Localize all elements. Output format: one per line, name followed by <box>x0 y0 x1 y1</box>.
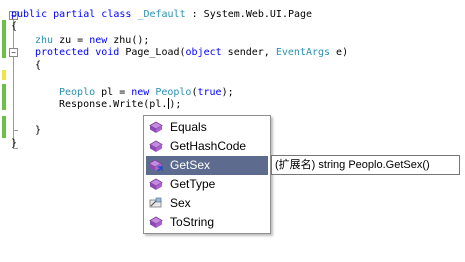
unsaved-change-marker <box>2 70 6 80</box>
code-line-2: { <box>11 21 18 32</box>
quick-info-tooltip: (扩展名) string Peoplo.GetSex() <box>271 155 460 175</box>
code-line-7: Response.Write(pl.); <box>59 98 182 110</box>
method-icon <box>149 178 163 190</box>
intellisense-item-gettype[interactable]: GetType <box>146 175 268 194</box>
saved-change-marker <box>2 116 6 138</box>
intellisense-item-gethashcode[interactable]: GetHashCode <box>146 137 268 156</box>
intellisense-item-tostring[interactable]: ToString <box>146 213 268 232</box>
outline-guide-end <box>13 130 18 131</box>
method-icon <box>149 121 163 133</box>
intellisense-list[interactable]: Equals GetHashCode GetSex GetType Sex To… <box>143 115 271 234</box>
intellisense-item-sex[interactable]: Sex <box>146 194 268 213</box>
code-line-9: } <box>11 138 18 149</box>
code-line-4: protected void Page_Load(object sender, … <box>35 47 349 58</box>
intellisense-item-equals[interactable]: Equals <box>146 118 268 137</box>
collapse-method-icon[interactable]: − <box>9 48 18 57</box>
intellisense-item-getsex[interactable]: GetSex <box>146 156 268 175</box>
code-line-5: { <box>35 60 42 71</box>
code-line-8: } <box>35 125 42 136</box>
property-icon <box>149 197 162 208</box>
extension-method-icon <box>149 159 163 172</box>
method-icon <box>149 216 163 228</box>
saved-change-marker <box>2 20 6 58</box>
change-margin <box>0 0 7 262</box>
method-icon <box>149 140 163 152</box>
saved-change-marker <box>2 84 6 110</box>
outline-guide <box>13 20 14 148</box>
code-line-1: public partial class _Default : System.W… <box>11 9 313 20</box>
